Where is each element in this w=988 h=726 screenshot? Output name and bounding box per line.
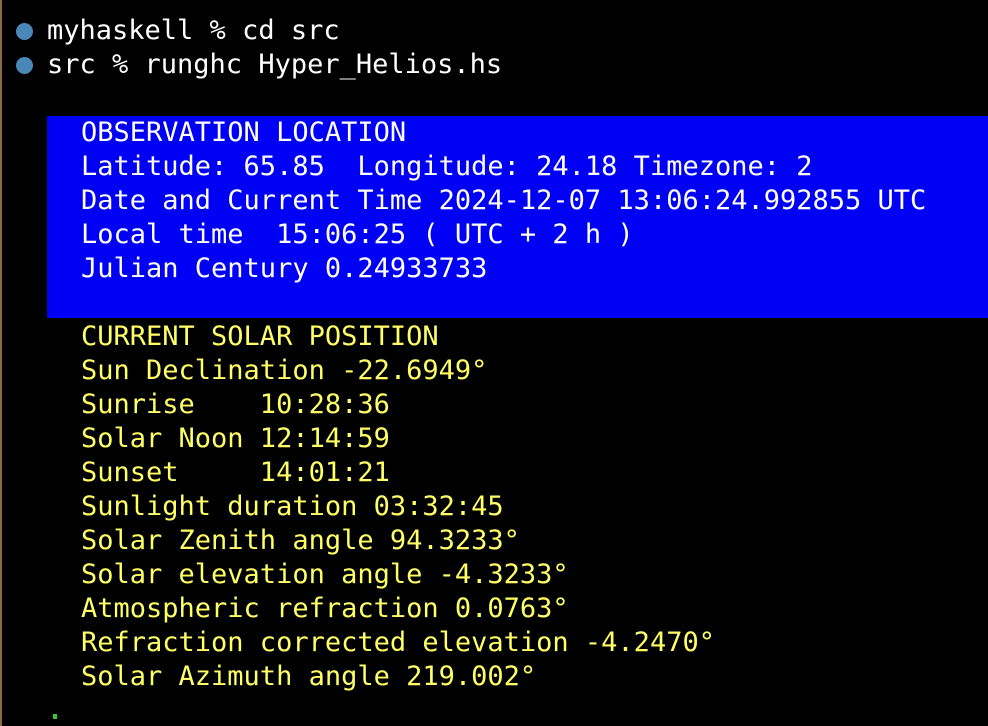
prompt-line-runghc: src % runghc Hyper_Helios.hs xyxy=(16,48,502,82)
solar-zenith-angle: Solar Zenith angle 94.3233° xyxy=(81,525,520,556)
prompt-command-text: myhaskell % cd src xyxy=(47,15,340,46)
solar-sunlight-duration: Sunlight duration 03:32:45 xyxy=(81,491,504,522)
prompt-line-cd: myhaskell % cd src xyxy=(16,14,340,48)
solar-elevation-angle: Solar elevation angle -4.3233° xyxy=(81,559,569,590)
terminal-cursor[interactable] xyxy=(53,714,57,719)
prompt-command-text: src % runghc Hyper_Helios.hs xyxy=(47,49,503,80)
solar-declination: Sun Declination -22.6949° xyxy=(81,355,488,386)
window-left-border xyxy=(0,0,2,726)
prompt-status-dot-icon xyxy=(16,22,33,40)
solar-heading: CURRENT SOLAR POSITION xyxy=(81,321,439,352)
solar-atmospheric-refraction: Atmospheric refraction 0.0763° xyxy=(81,593,569,624)
prompt-status-dot-icon xyxy=(16,56,33,74)
solar-corrected-elevation: Refraction corrected elevation -4.2470° xyxy=(81,627,715,658)
observation-heading: OBSERVATION LOCATION xyxy=(81,117,407,148)
observation-coordinates: Latitude: 65.85 Longitude: 24.18 Timezon… xyxy=(81,151,813,182)
solar-azimuth-angle: Solar Azimuth angle 219.002° xyxy=(81,661,537,692)
solar-sunrise: Sunrise 10:28:36 xyxy=(81,389,390,420)
observation-local-time: Local time 15:06:25 ( UTC + 2 h ) xyxy=(81,219,634,250)
observation-julian-century: Julian Century 0.24933733 xyxy=(81,253,488,284)
observation-datetime: Date and Current Time 2024-12-07 13:06:2… xyxy=(81,185,927,216)
solar-noon: Solar Noon 12:14:59 xyxy=(81,423,390,454)
solar-sunset: Sunset 14:01:21 xyxy=(81,457,390,488)
